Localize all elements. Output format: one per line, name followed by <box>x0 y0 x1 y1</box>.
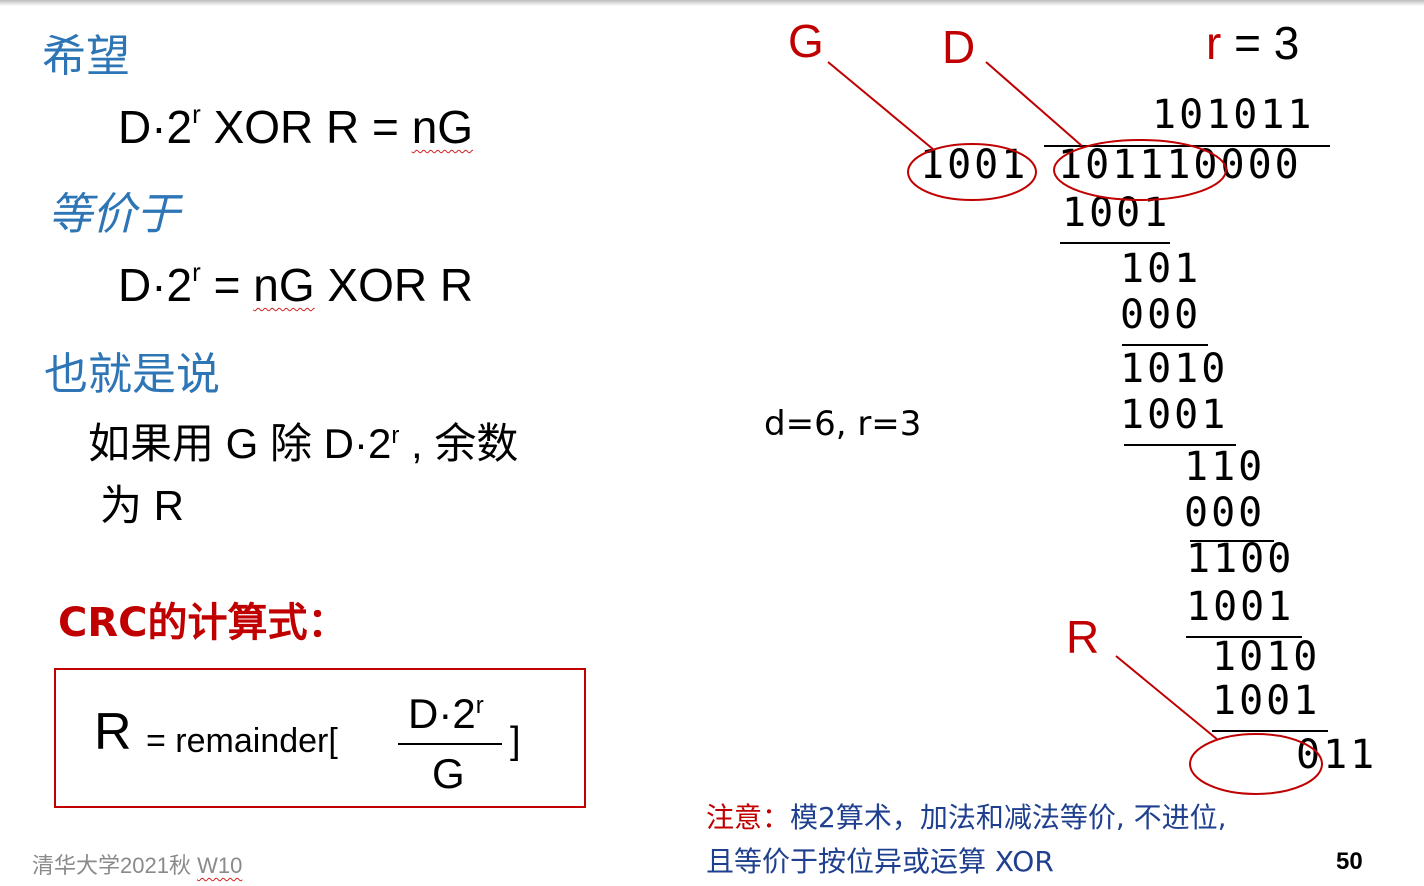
g-pointer-line <box>827 61 935 151</box>
note-line-1: 注意：模2算术，加法和减法等价, 不进位, <box>706 796 1227 836</box>
note-prefix: 注意： <box>706 801 791 834</box>
d-pointer-line <box>985 61 1083 147</box>
page-number: 50 <box>1336 848 1363 875</box>
note-line-2: 且等价于按位异或运算 XOR <box>706 845 1054 878</box>
annotation-overlay <box>827 61 1323 795</box>
footer-week: W10 <box>197 853 243 878</box>
divisor-ellipse <box>907 143 1037 201</box>
footer-course: 清华大学2021秋 W10 <box>32 848 242 880</box>
footer-course-name: 清华大学2021秋 <box>32 853 198 878</box>
note-text-1: 模2算术，加法和减法等价, 不进位, <box>790 801 1227 834</box>
data-ellipse <box>1053 139 1227 201</box>
remainder-ellipse <box>1189 733 1323 795</box>
r-pointer-line <box>1115 655 1219 741</box>
